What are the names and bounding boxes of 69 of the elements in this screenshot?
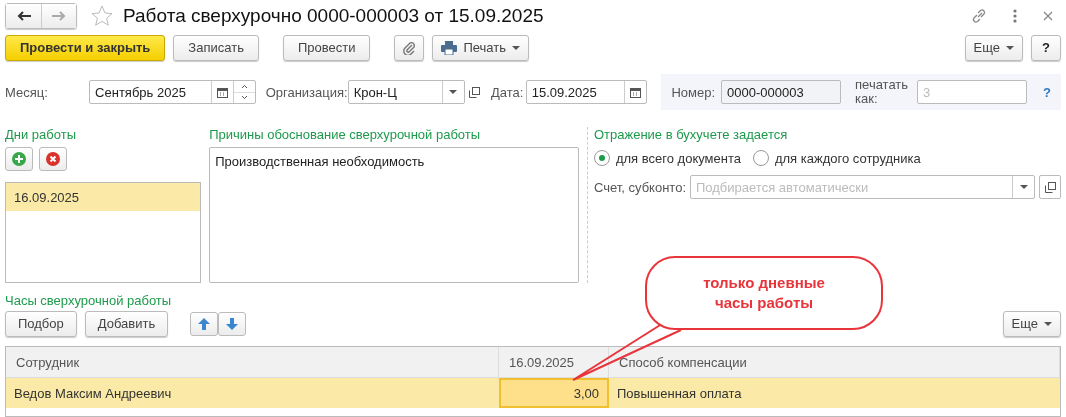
move-down-button[interactable]: [218, 311, 247, 336]
calendar-icon: [216, 86, 228, 98]
caret-icon: [1006, 46, 1015, 50]
arrow-left-icon: [16, 10, 31, 21]
window-title: Работа сверхурочно 0000-000003 от 15.09.2025: [123, 4, 545, 27]
radio-option[interactable]: для каждого сотрудника: [752, 150, 921, 167]
table-row[interactable]: Ведов Максим Андреевич 3,00 Повышенная оплата: [6, 378, 1060, 408]
arrow-up-icon: [198, 317, 211, 330]
callout-text: только дневные часы работы: [645, 256, 883, 330]
open-button[interactable]: [1039, 175, 1061, 200]
post-and-close-button[interactable]: Провести и закрыть: [5, 35, 166, 61]
close-icon: [1043, 10, 1053, 21]
field-label: Организация:: [265, 84, 348, 100]
radio-label: для всего документа: [615, 150, 741, 166]
dots-icon: [1013, 8, 1017, 23]
date-field[interactable]: 15.09.2025: [525, 80, 648, 105]
delete-icon: [46, 152, 60, 167]
help-button[interactable]: ?: [1031, 35, 1061, 61]
plus-icon: [12, 152, 26, 167]
star-icon[interactable]: [91, 5, 113, 27]
open-icon: [469, 86, 481, 98]
radio-label: для каждого сотрудника: [774, 150, 921, 166]
section-title: Отражение в бухучете задается: [593, 127, 789, 145]
toolbar-button[interactable]: Подбор: [5, 310, 77, 337]
table-cell-text: Ведов Максим Андреевич: [13, 384, 173, 403]
table-cell: 3,00: [499, 378, 609, 408]
spin-up-icon: [241, 84, 247, 88]
caret-icon: [1019, 185, 1028, 190]
field-label: Дата:: [490, 84, 525, 100]
field-label: Месяц:: [5, 84, 49, 100]
number-field[interactable]: 0000-000003: [721, 80, 842, 105]
organization-field[interactable]: Крон-Ц: [347, 80, 465, 105]
toolbar-button[interactable]: Добавить: [84, 310, 169, 337]
caret-icon: [1044, 321, 1052, 326]
spin-down-icon: [241, 96, 247, 100]
caret-icon: [449, 90, 458, 95]
back-button[interactable]: [6, 3, 41, 28]
section-title: Причины обоснование сверхурочной работы: [209, 127, 482, 145]
more-button[interactable]: Еще: [964, 35, 1024, 61]
move-up-button[interactable]: [190, 311, 219, 336]
month-field[interactable]: Сентябрь 2025: [89, 80, 256, 105]
delete-button[interactable]: [39, 147, 67, 172]
paperclip-icon: [403, 41, 416, 55]
reason-field[interactable]: Производственная необходимость: [209, 147, 579, 283]
link-icon: [971, 7, 987, 24]
column-header[interactable]: 16.09.2025: [499, 347, 609, 377]
add-button[interactable]: [5, 147, 33, 172]
toolbar-button[interactable]: Записать: [173, 35, 259, 61]
open-icon: [1044, 181, 1056, 193]
attach-button[interactable]: [394, 35, 425, 61]
list-item[interactable]: 16.09.2025: [6, 183, 201, 212]
more-button[interactable]: Еще: [1002, 310, 1061, 337]
radio-option[interactable]: для всего документа: [593, 150, 741, 167]
field-label: Номер:: [671, 84, 716, 100]
calendar-icon: [630, 86, 642, 98]
field-label: печатать как:: [855, 78, 910, 107]
printer-icon: [441, 41, 458, 55]
section-title: Часы сверхурочной работы: [5, 292, 172, 308]
help-link[interactable]: ?: [1043, 84, 1051, 100]
column-header[interactable]: Сотрудник: [6, 347, 499, 377]
caret-icon: [512, 46, 520, 50]
section-title: Дни работы: [5, 127, 77, 145]
arrow-right-icon: [52, 10, 66, 21]
toolbar-button[interactable]: Провести: [282, 35, 371, 61]
print-button[interactable]: Печать: [432, 35, 529, 61]
table-cell-text: Повышенная оплата: [616, 384, 743, 403]
field-label: Счет, субконто:: [593, 179, 686, 195]
column-header[interactable]: Способ компенсации: [609, 347, 1060, 377]
arrow-down-icon: [226, 317, 239, 330]
